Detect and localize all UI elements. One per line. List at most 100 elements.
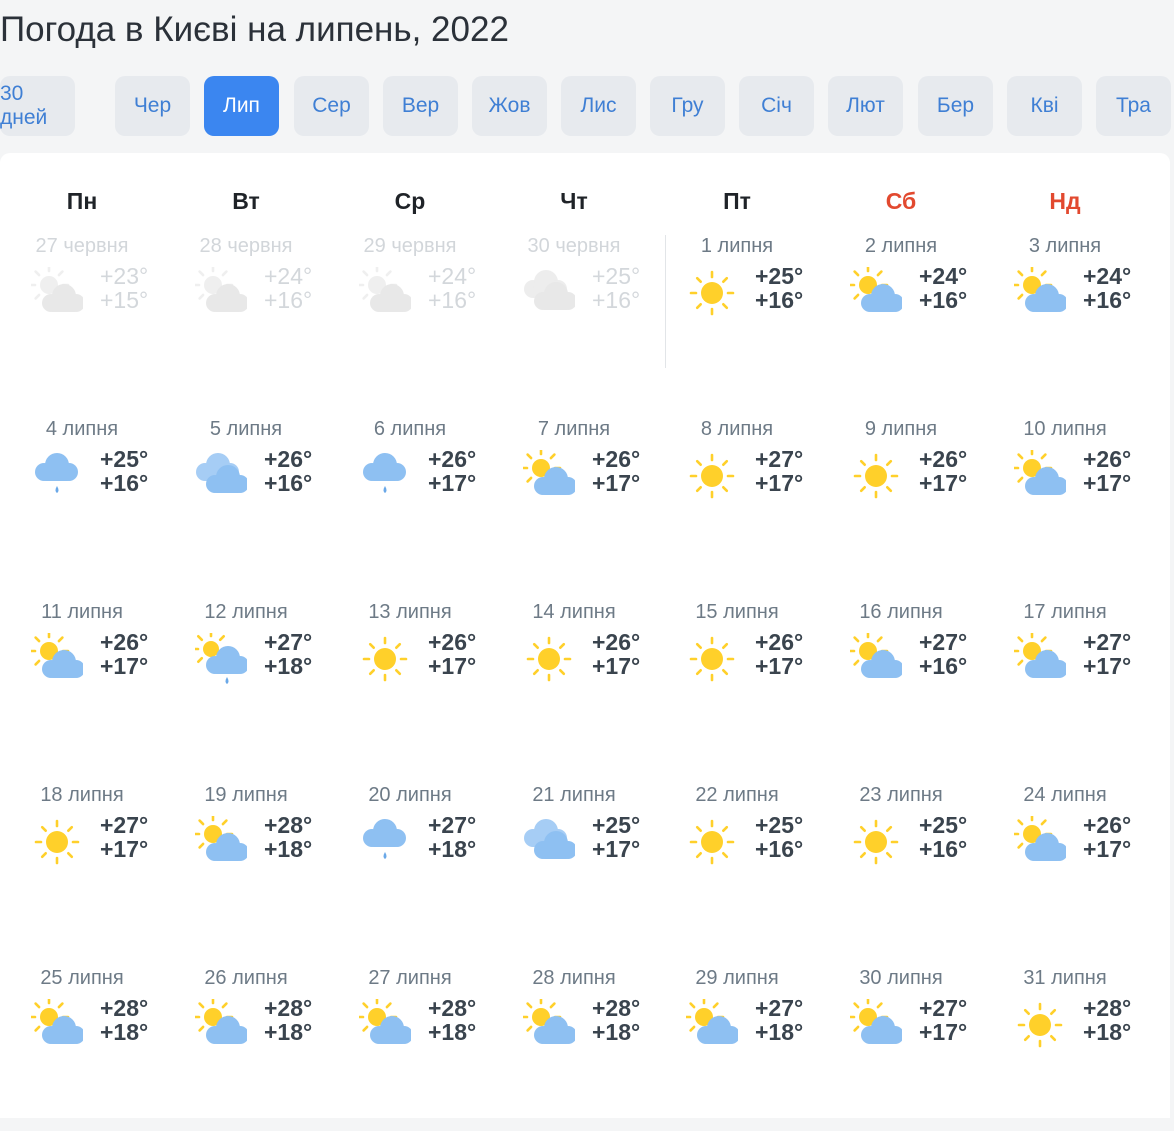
day-cell[interactable]: 2 липня +24° +16° <box>819 216 983 399</box>
temperature-range: +26° +17° <box>1083 813 1131 861</box>
temperature-range: +26° +17° <box>592 630 640 678</box>
day-cell[interactable]: 7 липня +26° +17° <box>492 399 656 582</box>
day-cell[interactable]: 15 липня +26° +17° <box>655 582 819 765</box>
month-tab[interactable]: Тра <box>1096 76 1171 136</box>
day-date: 11 липня <box>41 601 123 623</box>
month-tabs: 30 дней Чер Лип Сер Вер Жов Лис Гру Січ Лют Бер Кві… <box>0 76 1174 136</box>
day-date: 18 липня <box>40 784 124 806</box>
day-cell[interactable]: 23 липня +25° +16° <box>819 765 983 948</box>
month-tab[interactable]: Жов <box>472 76 547 136</box>
day-cell[interactable]: 29 липня +27° +18° <box>655 948 819 1131</box>
day-cell[interactable]: 31 липня +28° +18° <box>983 948 1147 1131</box>
day-cell[interactable]: 18 липня +27° +17° <box>0 765 164 948</box>
temp-high: +28° <box>1083 995 1132 1021</box>
sun-cloud-rain-icon <box>191 629 249 685</box>
day-cell[interactable]: 25 липня +28° +18° <box>0 948 164 1131</box>
day-cell[interactable]: 22 липня +25° +16° <box>655 765 819 948</box>
day-cell[interactable]: 20 липня +27° +18° <box>328 765 492 948</box>
temperature-range: +26° +17° <box>428 447 476 495</box>
day-date: 5 липня <box>209 418 283 440</box>
day-date: 10 липня <box>1023 418 1107 440</box>
weekday-header: Пн <box>66 188 98 214</box>
day-cell[interactable]: 27 липня +28° +18° <box>328 948 492 1131</box>
day-date: 30 липня <box>859 967 943 989</box>
temperature-range: +27° +18° <box>755 996 803 1044</box>
weekday-header: Чт <box>560 188 588 214</box>
day-cell[interactable]: 29 червня +24° +16° <box>328 216 492 399</box>
day-date: 2 липня <box>864 235 938 257</box>
day-cell[interactable]: 4 липня +25° +16° <box>0 399 164 582</box>
month-tab[interactable]: Лис <box>561 76 636 136</box>
month-tab[interactable]: Бер <box>918 76 993 136</box>
temperature-range: +28° +18° <box>592 996 640 1044</box>
sun-cloud-icon <box>192 813 249 868</box>
temp-low: +17° <box>592 653 641 679</box>
sun-cloud-icon <box>356 996 413 1051</box>
month-tab[interactable]: Вер <box>383 76 458 136</box>
temp-low: +16° <box>592 287 641 313</box>
rain-icon <box>359 450 411 502</box>
page-title: Погода в Києві на липень, 2022 <box>0 10 509 49</box>
day-cell[interactable]: 9 липня +26° +17° <box>819 399 983 582</box>
temp-high: +27° <box>264 629 313 655</box>
day-date: 25 липня <box>40 967 124 989</box>
temp-high: +26° <box>428 629 477 655</box>
temperature-range: +24° +16° <box>428 264 476 312</box>
day-cell[interactable]: 21 липня +25° +17° <box>492 765 656 948</box>
month-tab[interactable]: Гру <box>650 76 725 136</box>
day-cell[interactable]: 26 липня +28° +18° <box>164 948 328 1131</box>
temp-low: +16° <box>1083 287 1132 313</box>
day-cell[interactable]: 30 липня +27° +17° <box>819 948 983 1131</box>
temp-low: +18° <box>428 836 477 862</box>
rain-icon <box>31 450 83 502</box>
day-cell[interactable]: 24 липня +26° +17° <box>983 765 1147 948</box>
day-cell[interactable]: 8 липня +27° +17° <box>655 399 819 582</box>
month-tab[interactable]: 30 дней <box>0 76 75 136</box>
temp-high: +24° <box>919 263 968 289</box>
temp-low: +17° <box>755 653 804 679</box>
day-date: 9 липня <box>864 418 938 440</box>
day-cell[interactable]: 12 липня +27° +18° <box>164 582 328 765</box>
day-cell[interactable]: 28 червня +24° +16° <box>164 216 328 399</box>
day-cell[interactable]: 11 липня +26° +17° <box>0 582 164 765</box>
temp-low: +17° <box>100 836 149 862</box>
day-cell[interactable]: 10 липня +26° +17° <box>983 399 1147 582</box>
temp-high: +28° <box>592 995 641 1021</box>
temperature-range: +28° +18° <box>264 996 312 1044</box>
temperature-range: +27° +18° <box>264 630 312 678</box>
month-tab[interactable]: Січ <box>739 76 814 136</box>
sun-cloud-icon <box>847 264 904 319</box>
day-date: 26 липня <box>204 967 288 989</box>
day-date: 8 липня <box>700 418 774 440</box>
day-date: 15 липня <box>695 601 779 623</box>
day-cell[interactable]: 1 липня +25° +16° <box>655 216 819 399</box>
day-cell[interactable]: 13 липня +26° +17° <box>328 582 492 765</box>
temp-high: +27° <box>100 812 149 838</box>
day-cell[interactable]: 16 липня +27° +16° <box>819 582 983 765</box>
sun-cloud-icon <box>520 447 577 502</box>
day-cell[interactable]: 6 липня +26° +17° <box>328 399 492 582</box>
month-tab[interactable]: Лип <box>204 76 279 136</box>
sun-cloud-icon <box>192 264 249 319</box>
day-cell[interactable]: 3 липня +24° +16° <box>983 216 1147 399</box>
day-cell[interactable]: 28 липня +28° +18° <box>492 948 656 1131</box>
temp-low: +16° <box>755 287 804 313</box>
day-date: 31 липня <box>1023 967 1107 989</box>
day-cell[interactable]: 17 липня +27° +17° <box>983 582 1147 765</box>
month-tab[interactable]: Сер <box>294 76 369 136</box>
day-cell[interactable]: 30 червня +25° +16° <box>492 216 656 399</box>
day-date: 24 липня <box>1023 784 1107 806</box>
sun-cloud-icon <box>683 996 740 1051</box>
temperature-range: +24° +16° <box>919 264 967 312</box>
month-tab[interactable]: Кві <box>1007 76 1082 136</box>
day-cell[interactable]: 27 червня +23° +15° <box>0 216 164 399</box>
day-cell[interactable]: 14 липня +26° +17° <box>492 582 656 765</box>
temperature-range: +25° +16° <box>755 813 803 861</box>
day-cell[interactable]: 5 липня +26° +16° <box>164 399 328 582</box>
day-cell[interactable]: 19 липня +28° +18° <box>164 765 328 948</box>
month-tab[interactable]: Лют <box>828 76 903 136</box>
temperature-range: +24° +16° <box>264 264 312 312</box>
temp-low: +18° <box>1083 1019 1132 1045</box>
month-tab[interactable]: Чер <box>115 76 190 136</box>
temperature-range: +28° +18° <box>264 813 312 861</box>
